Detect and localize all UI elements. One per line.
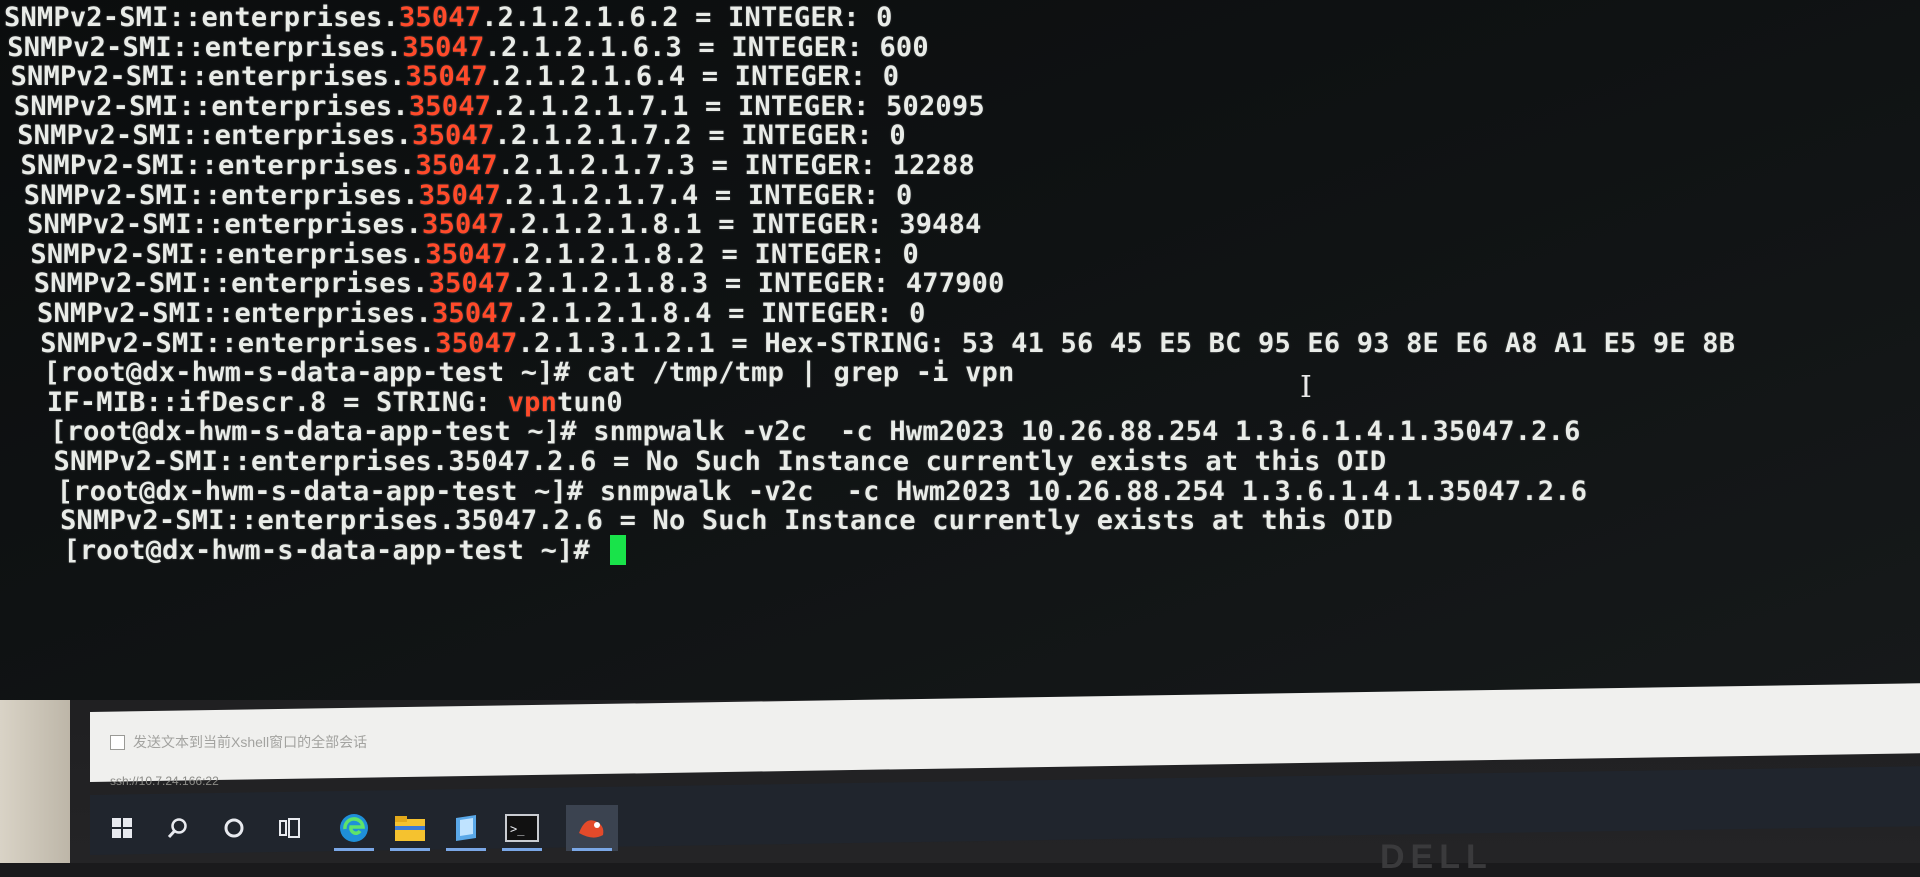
terminal-highlight: vpn: [507, 386, 558, 418]
terminal-text: .2.1.2.1.8.4 = INTEGER: 0: [514, 298, 926, 329]
terminal-text: .2.1.2.1.7.2 = INTEGER: 0: [494, 120, 906, 152]
terminal-text: .2.1.2.1.8.1 = INTEGER: 39484: [504, 209, 982, 241]
dell-logo: DELL: [1380, 838, 1493, 876]
terminal-highlight: 35047: [422, 209, 505, 241]
notepad-icon[interactable]: [440, 805, 492, 851]
monitor-screen: SNMPv2-SMI::enterprises.35047.2.1.2.1.6.…: [0, 0, 1920, 700]
terminal-line: [root@dx-hwm-s-data-app-test ~]#: [63, 534, 627, 566]
terminal-line: SNMPv2-SMI::enterprises.35047.2.1.2.1.7.…: [24, 180, 913, 211]
terminal-line: IF-MIB::ifDescr.8 = STRING: vpntun0: [47, 387, 623, 418]
xshell-terminal[interactable]: SNMPv2-SMI::enterprises.35047.2.1.2.1.6.…: [0, 0, 1920, 700]
terminal-text: [root@dx-hwm-s-data-app-test ~]# snmpwal…: [56, 475, 1588, 507]
terminal-line: SNMPv2-SMI::enterprises.35047.2.1.2.1.6.…: [4, 2, 893, 33]
terminal-text: SNMPv2-SMI::enterprises.: [30, 238, 426, 270]
terminal-text: .2.1.2.1.8.2 = INTEGER: 0: [507, 238, 919, 270]
cortana-icon[interactable]: [208, 805, 260, 851]
terminal-text: SNMPv2-SMI::enterprises.35047.2.6 = No S…: [60, 505, 1393, 537]
terminal-line: SNMPv2-SMI::enterprises.35047.2.1.2.1.8.…: [27, 209, 981, 240]
edge-icon[interactable]: [328, 805, 380, 851]
terminal-highlight: 35047: [412, 120, 495, 152]
terminal-icon[interactable]: >_: [496, 805, 548, 851]
terminal-text: .2.1.2.1.6.2 = INTEGER: 0: [481, 2, 893, 33]
terminal-text: .2.1.2.1.6.4 = INTEGER: 0: [487, 61, 900, 93]
terminal-line: [root@dx-hwm-s-data-app-test ~]# cat /tm…: [44, 357, 1015, 388]
terminal-text: .2.1.2.1.6.3 = INTEGER: 600: [484, 31, 929, 63]
svg-text:>_: >_: [510, 822, 525, 836]
terminal-text: [root@dx-hwm-s-data-app-test ~]# snmpwal…: [50, 416, 1581, 448]
terminal-text: .2.1.2.1.7.3 = INTEGER: 12288: [497, 150, 975, 181]
terminal-text: SNMPv2-SMI::enterprises.: [40, 327, 436, 359]
terminal-highlight: 35047: [431, 298, 515, 329]
terminal-text: SNMPv2-SMI::enterprises.: [13, 90, 409, 122]
terminal-highlight: 35047: [435, 327, 518, 359]
terminal-line: SNMPv2-SMI::enterprises.35047.2.1.2.1.7.…: [17, 120, 906, 151]
terminal-highlight: 35047: [428, 268, 511, 300]
terminal-text: SNMPv2-SMI::enterprises.: [33, 268, 429, 300]
send-to-all-sessions-option[interactable]: 发送文本到当前Xshell窗口的全部会话: [110, 732, 367, 752]
terminal-highlight: 35047: [415, 150, 498, 181]
terminal-highlight: 35047: [425, 238, 508, 270]
send-all-label: 发送文本到当前Xshell窗口的全部会话: [133, 734, 368, 750]
terminal-text: tun0: [557, 386, 623, 418]
terminal-text: SNMPv2-SMI::enterprises.: [23, 179, 419, 211]
terminal-line: SNMPv2-SMI::enterprises.35047.2.1.2.1.6.…: [7, 32, 929, 63]
terminal-text: SNMPv2-SMI::enterprises.: [4, 2, 399, 33]
terminal-highlight: 35047: [405, 61, 488, 93]
terminal-highlight: 35047: [408, 90, 492, 122]
terminal-highlight: 35047: [402, 31, 485, 63]
terminal-text: SNMPv2-SMI::enterprises.: [17, 120, 413, 152]
send-all-checkbox[interactable]: [110, 734, 125, 750]
terminal-line: SNMPv2-SMI::enterprises.35047.2.1.2.1.8.…: [30, 239, 919, 270]
terminal-line: SNMPv2-SMI::enterprises.35047.2.1.2.1.6.…: [11, 61, 900, 92]
terminal-text: [root@dx-hwm-s-data-app-test ~]#: [63, 534, 607, 566]
terminal-line: SNMPv2-SMI::enterprises.35047.2.1.2.1.8.…: [37, 298, 926, 329]
terminal-text: SNMPv2-SMI::enterprises.: [37, 298, 432, 329]
terminal-text: SNMPv2-SMI::enterprises.: [10, 61, 406, 93]
xshell-icon[interactable]: [566, 805, 618, 851]
terminal-text: [root@dx-hwm-s-data-app-test ~]# cat /tm…: [43, 357, 1015, 389]
terminal-line: [root@dx-hwm-s-data-app-test ~]# snmpwal…: [50, 416, 1580, 447]
search-icon[interactable]: [152, 805, 204, 851]
terminal-text: IF-MIB::ifDescr.8 = STRING:: [46, 386, 508, 418]
terminal-line: [root@dx-hwm-s-data-app-test ~]# snmpwal…: [57, 476, 1587, 507]
file-explorer-icon[interactable]: [384, 805, 436, 851]
terminal-cursor: [610, 534, 627, 565]
terminal-highlight: 35047: [418, 179, 502, 211]
ssh-address: ssh://10.7.24.166:22: [110, 774, 219, 788]
terminal-text: .2.1.2.1.8.3 = INTEGER: 477900: [510, 268, 1005, 300]
terminal-line: SNMPv2-SMI::enterprises.35047.2.6 = No S…: [60, 505, 1393, 536]
text-cursor-ibeam-icon: I: [1300, 370, 1312, 405]
terminal-line: SNMPv2-SMI::enterprises.35047.2.6 = No S…: [54, 446, 1387, 477]
terminal-text: SNMPv2-SMI::enterprises.: [27, 209, 423, 241]
terminal-text: SNMPv2-SMI::enterprises.35047.2.6 = No S…: [53, 446, 1387, 477]
terminal-text: .2.1.3.1.2.1 = Hex-STRING: 53 41 56 45 E…: [517, 327, 1736, 359]
terminal-line: SNMPv2-SMI::enterprises.35047.2.1.3.1.2.…: [40, 328, 1735, 359]
terminal-text: .2.1.2.1.7.1 = INTEGER: 502095: [491, 90, 985, 122]
terminal-text: .2.1.2.1.7.4 = INTEGER: 0: [501, 179, 913, 211]
terminal-line: SNMPv2-SMI::enterprises.35047.2.1.2.1.7.…: [14, 91, 985, 122]
terminal-highlight: 35047: [398, 2, 482, 33]
terminal-line: SNMPv2-SMI::enterprises.35047.2.1.2.1.8.…: [34, 268, 1005, 299]
terminal-text: SNMPv2-SMI::enterprises.: [20, 150, 416, 181]
terminal-text: SNMPv2-SMI::enterprises.: [7, 31, 403, 63]
windows-start-icon[interactable]: [96, 805, 148, 851]
task-view-icon[interactable]: [264, 805, 316, 851]
terminal-line: SNMPv2-SMI::enterprises.35047.2.1.2.1.7.…: [21, 150, 975, 181]
